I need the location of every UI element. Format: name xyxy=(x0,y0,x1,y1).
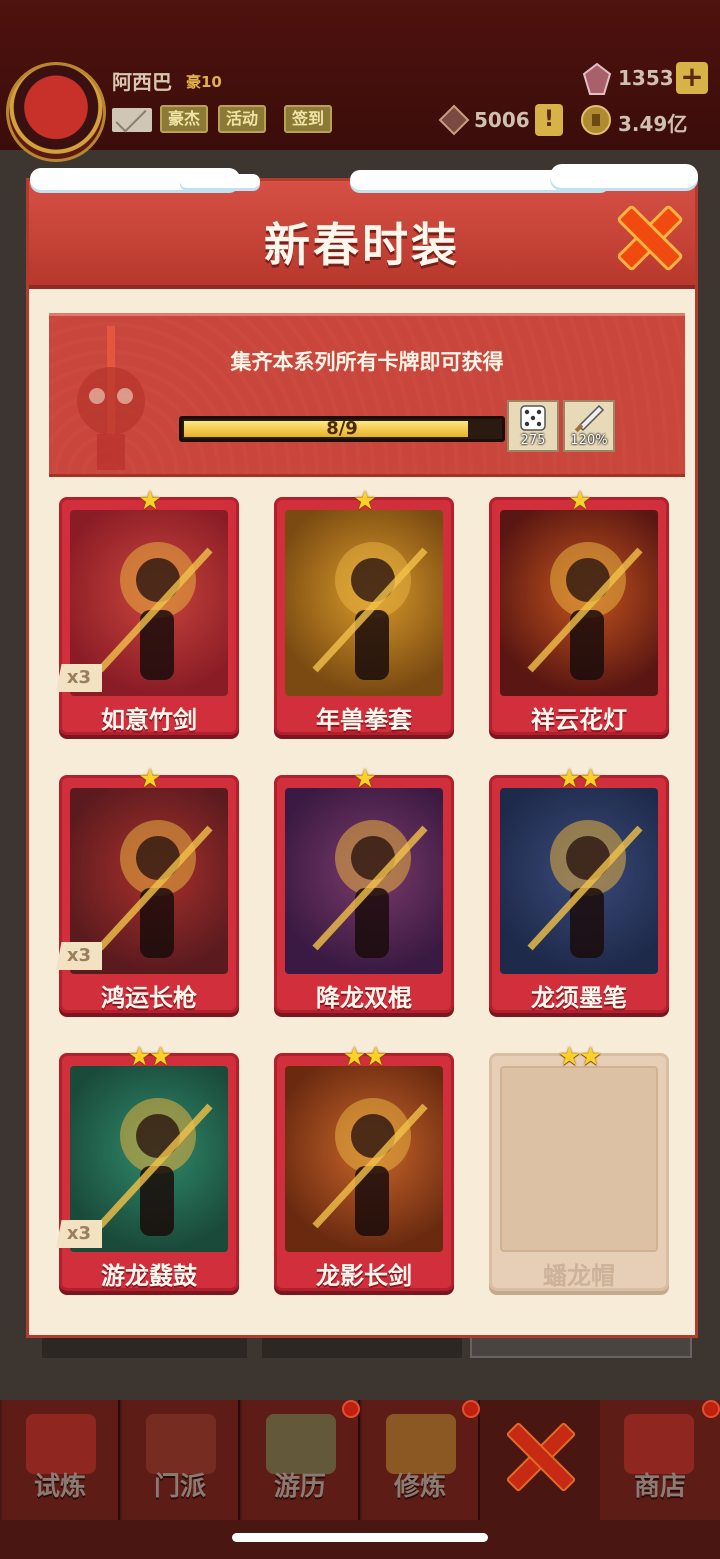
snow-decoration xyxy=(30,164,698,194)
token-icon xyxy=(438,104,470,136)
coin-count: 3.49亿 xyxy=(618,112,688,136)
tab-sect-label: 门派 xyxy=(153,1472,206,1502)
hero-button[interactable]: 豪杰 xyxy=(160,105,209,133)
collection-banner: 集齐本系列所有卡牌即可获得 8/9 275 120% xyxy=(49,313,685,477)
player-rank: 豪10 xyxy=(186,73,222,91)
card-count-badge: x3 xyxy=(56,1220,102,1248)
card-name: 龙须墨笔 xyxy=(531,984,627,1012)
notification-dot xyxy=(342,1400,360,1418)
progress-text: 8/9 xyxy=(326,418,358,439)
close-icon[interactable] xyxy=(617,205,677,265)
star-rating-icon: ★ xyxy=(138,486,161,516)
costume-card[interactable]: ★★ 蟠龙帽 xyxy=(489,1042,669,1291)
add-gems-button[interactable]: + xyxy=(676,62,708,94)
card-name: 降龙双棍 xyxy=(316,984,412,1012)
reward-sword[interactable]: 120% xyxy=(563,400,615,452)
costume-art xyxy=(285,1066,443,1252)
costume-art xyxy=(285,510,443,696)
card-name: 蟠龙帽 xyxy=(543,1262,615,1290)
collection-requirement-text: 集齐本系列所有卡牌即可获得 xyxy=(230,350,504,374)
costume-card[interactable]: ★★ x3 游龙鼗鼓 xyxy=(56,1042,239,1291)
costume-card[interactable]: ★ x3 如意竹剑 xyxy=(56,486,239,735)
costume-art xyxy=(500,510,658,696)
star-rating-icon: ★ xyxy=(138,764,161,794)
tab-shop[interactable]: 商店 xyxy=(600,1400,720,1520)
card-name: 祥云花灯 xyxy=(531,706,627,734)
star-rating-icon: ★★ xyxy=(127,1042,173,1072)
tab-cultivate[interactable]: 修炼 xyxy=(362,1400,480,1520)
card-name: 如意竹剑 xyxy=(101,706,197,734)
costume-art xyxy=(285,788,443,974)
costume-card[interactable]: ★★ 龙须墨笔 xyxy=(489,764,669,1013)
gem-count: 1353 xyxy=(618,66,674,90)
coin-icon xyxy=(581,105,611,135)
alert-icon[interactable]: ! xyxy=(535,104,563,136)
card-name: 鸿运长枪 xyxy=(101,984,197,1012)
tab-travel[interactable]: 游历 xyxy=(242,1400,360,1520)
scroll-icon xyxy=(26,1414,96,1474)
player-avatar[interactable] xyxy=(6,62,106,162)
reward-sword-value: 120% xyxy=(570,433,608,448)
close-nav-icon[interactable] xyxy=(505,1420,575,1490)
modal-title: 新春时装 xyxy=(264,218,460,272)
notification-dot xyxy=(462,1400,480,1418)
book-icon xyxy=(386,1414,456,1474)
tab-trial-label: 试炼 xyxy=(33,1472,86,1502)
star-rating-icon: ★★ xyxy=(557,1042,603,1072)
costume-art xyxy=(500,788,658,974)
star-rating-icon: ★★ xyxy=(342,1042,388,1072)
modal-header: 新春时装 xyxy=(29,181,695,289)
costume-card[interactable]: ★ 年兽拳套 xyxy=(274,486,454,735)
gem-icon xyxy=(582,62,612,95)
mail-icon[interactable] xyxy=(112,108,152,132)
token-count: 5006 xyxy=(474,108,530,132)
notification-dot xyxy=(702,1400,720,1418)
reward-dice[interactable]: 275 xyxy=(507,400,559,452)
star-rating-icon: ★★ xyxy=(557,764,603,794)
game-header xyxy=(0,0,720,150)
tab-cultivate-label: 修炼 xyxy=(393,1472,446,1502)
home-indicator[interactable] xyxy=(232,1533,488,1542)
card-count-badge: x3 xyxy=(56,664,102,692)
costume-card[interactable]: ★★ 龙影长剑 xyxy=(274,1042,454,1291)
shop-icon xyxy=(624,1414,694,1474)
card-name: 游龙鼗鼓 xyxy=(101,1262,197,1290)
star-rating-icon: ★ xyxy=(353,486,376,516)
star-rating-icon: ★ xyxy=(353,764,376,794)
collection-progress-bar: 8/9 xyxy=(179,416,505,442)
tab-trial[interactable]: 试炼 xyxy=(2,1400,120,1520)
star-rating-icon: ★ xyxy=(568,486,591,516)
checkin-button[interactable]: 签到 xyxy=(284,105,333,133)
costume-card[interactable]: ★ 祥云花灯 xyxy=(489,486,669,735)
costume-card[interactable]: ★ x3 鸿运长枪 xyxy=(56,764,239,1013)
costume-card[interactable]: ★ 降龙双棍 xyxy=(274,764,454,1013)
card-name: 龙影长剑 xyxy=(316,1262,412,1290)
mountain-icon xyxy=(266,1414,336,1474)
tab-shop-label: 商店 xyxy=(633,1472,686,1502)
card-name: 年兽拳套 xyxy=(316,706,412,734)
tab-travel-label: 游历 xyxy=(273,1472,326,1502)
costume-art xyxy=(500,1066,658,1252)
costume-collection-modal: 新春时装 集齐本系列所有卡牌即可获得 8/9 275 120% ★ x3 如意竹… xyxy=(26,178,698,1338)
tab-sect[interactable]: 门派 xyxy=(122,1400,240,1520)
player-name: 阿西巴 xyxy=(112,70,172,94)
event-button[interactable]: 活动 xyxy=(218,105,267,133)
gate-icon xyxy=(146,1414,216,1474)
reward-dice-value: 275 xyxy=(520,433,546,448)
card-count-badge: x3 xyxy=(56,942,102,970)
